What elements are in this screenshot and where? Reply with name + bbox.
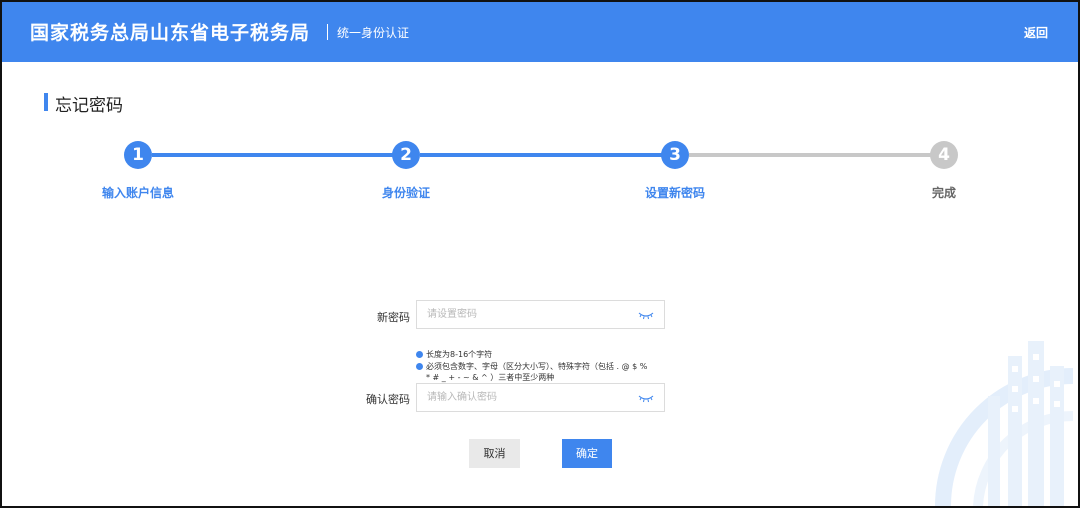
hint-composition-cont: * # _ + - ~ & ^ ）三者中至少两种 (426, 373, 555, 382)
step-connector-2 (420, 153, 662, 157)
step-1-circle: 1 (124, 141, 152, 169)
new-password-label: 新密码 (377, 311, 410, 324)
new-password-input[interactable] (417, 301, 632, 328)
step-connector-1 (152, 153, 393, 157)
step-1-label: 输入账户信息 (101, 186, 174, 200)
hint-composition-text: 必须包含数字、字母（区分大小写）、特殊字符（包括 . @ $ % (426, 362, 648, 371)
confirm-button[interactable]: 确定 (562, 439, 612, 468)
step-4-label: 完成 (931, 186, 956, 200)
info-icon (416, 363, 423, 370)
confirm-password-field (416, 383, 665, 412)
hint-length: 长度为8-16个字符 (416, 350, 492, 360)
eye-closed-icon[interactable] (638, 392, 654, 404)
confirm-password-input[interactable] (417, 384, 632, 411)
building-emblem-icon (935, 341, 1074, 506)
progress-steps: 1 2 3 4 输入账户信息 身份验证 设置新密码 完成 (2, 2, 1078, 222)
step-2-circle: 2 (392, 141, 420, 169)
hint-length-text: 长度为8-16个字符 (426, 350, 493, 359)
step-connector-3 (689, 153, 931, 157)
cancel-button[interactable]: 取消 (469, 439, 520, 468)
new-password-field (416, 300, 665, 329)
step-3-label: 设置新密码 (644, 186, 705, 200)
hint-composition: 必须包含数字、字母（区分大小写）、特殊字符（包括 . @ $ % (416, 362, 647, 372)
eye-closed-icon[interactable] (638, 309, 654, 321)
step-3-circle: 3 (661, 141, 689, 169)
step-2-label: 身份验证 (381, 186, 430, 200)
step-4-circle: 4 (930, 141, 958, 169)
confirm-password-label: 确认密码 (366, 393, 410, 406)
page-frame: 国家税务总局山东省电子税务局 统一身份认证 返回 忘记密码 1 2 3 4 输入… (0, 0, 1080, 508)
info-icon (416, 351, 423, 358)
